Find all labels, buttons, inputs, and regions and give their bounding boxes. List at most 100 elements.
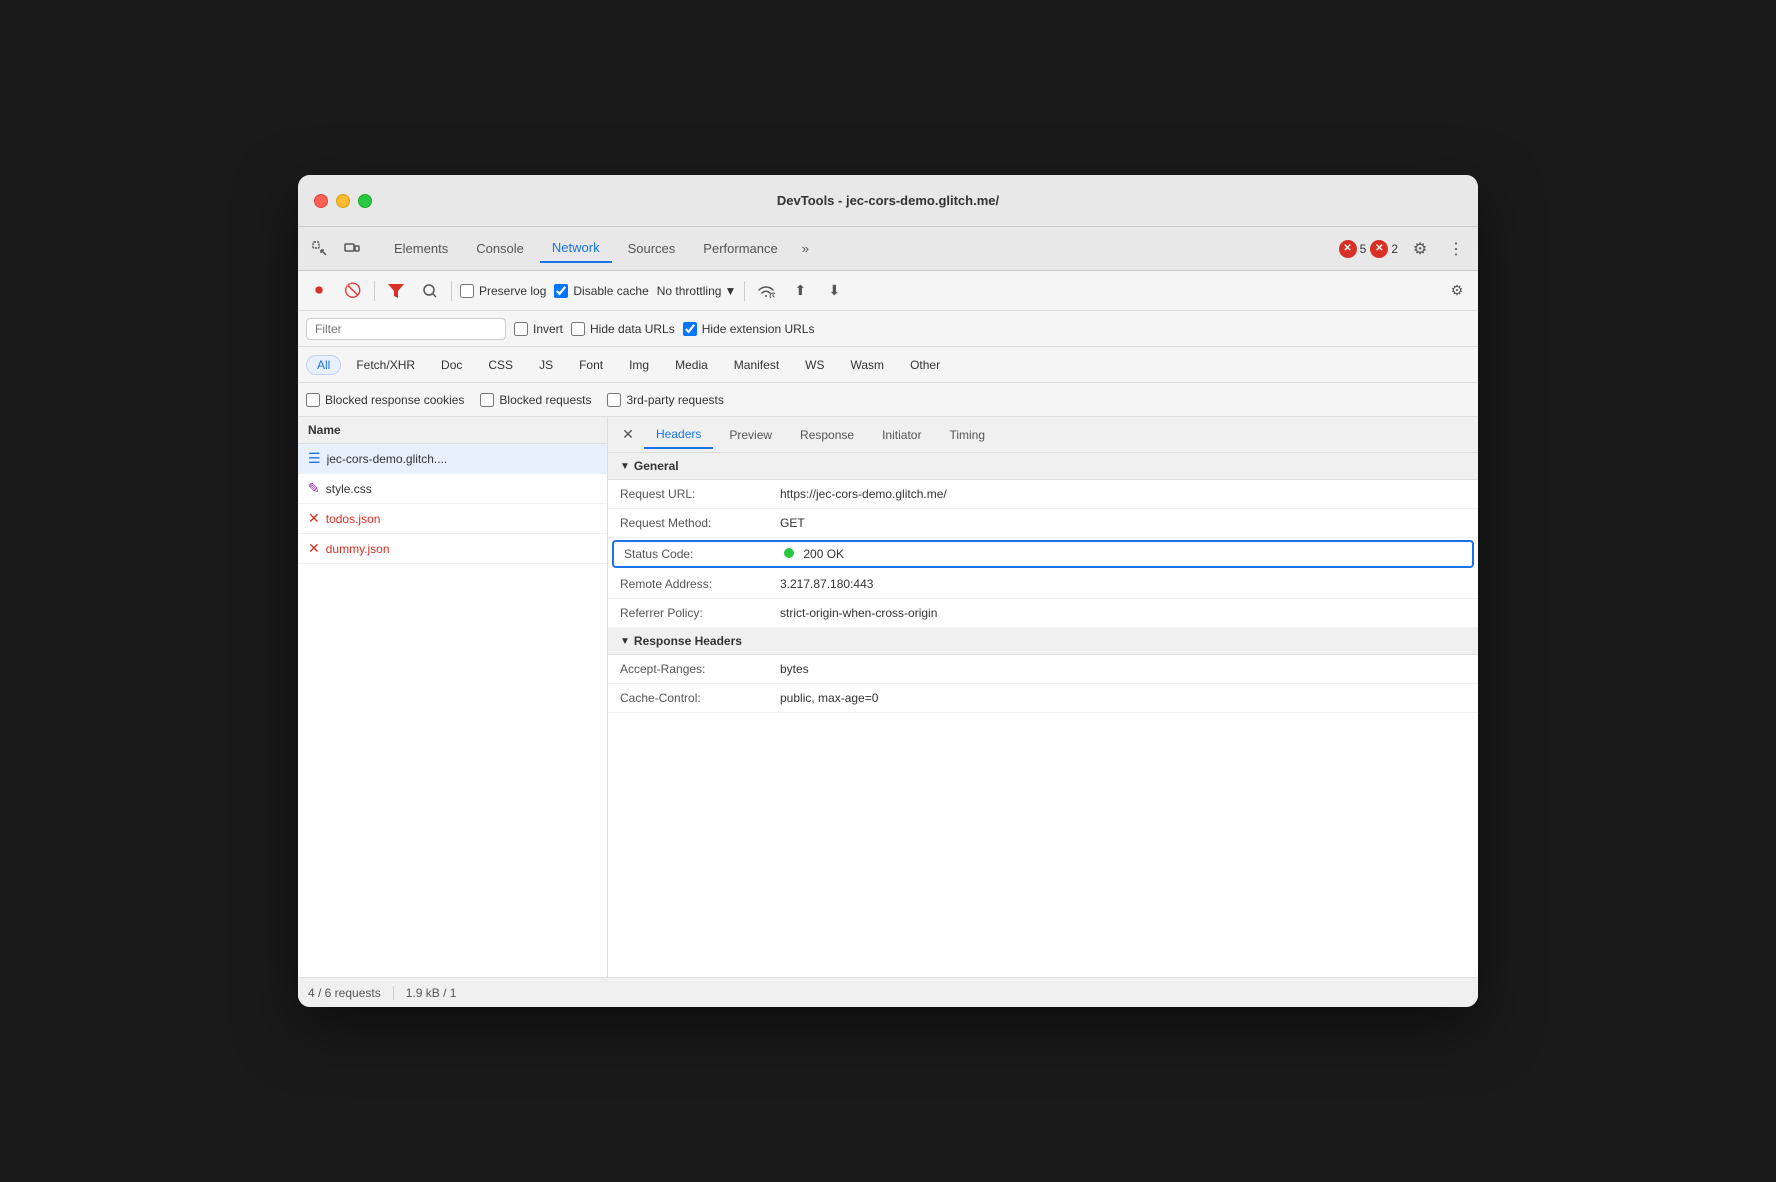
hide-data-urls-checkbox[interactable] bbox=[571, 322, 585, 336]
file-name-4: dummy.json bbox=[326, 542, 390, 556]
toolbar-divider-1 bbox=[374, 281, 375, 301]
disable-cache-label[interactable]: Disable cache bbox=[554, 284, 648, 298]
error-icon-1: ✕ bbox=[1339, 240, 1357, 258]
throttle-select[interactable]: No throttling ▼ bbox=[657, 284, 737, 298]
hide-extension-urls-checkbox[interactable] bbox=[683, 322, 697, 336]
preserve-log-checkbox[interactable] bbox=[460, 284, 474, 298]
more-tabs-button[interactable]: » bbox=[794, 237, 817, 260]
detail-tabs: ✕ Headers Preview Response Initiator Tim… bbox=[608, 417, 1478, 453]
window-title: DevTools - jec-cors-demo.glitch.me/ bbox=[777, 193, 999, 208]
device-toolbar-icon[interactable] bbox=[338, 235, 366, 263]
blocked-cookies-label[interactable]: Blocked response cookies bbox=[306, 393, 464, 407]
hide-extension-urls-label[interactable]: Hide extension URLs bbox=[683, 322, 815, 336]
status-bar: 4 / 6 requests 1.9 kB / 1 bbox=[298, 977, 1478, 1007]
settings-button[interactable]: ⚙ bbox=[1406, 235, 1434, 263]
detail-content: ▼ General Request URL: https://jec-cors-… bbox=[608, 453, 1478, 713]
request-url-row: Request URL: https://jec-cors-demo.glitc… bbox=[608, 480, 1478, 509]
record-button[interactable]: ⏺ bbox=[306, 278, 332, 304]
referrer-policy-value: strict-origin-when-cross-origin bbox=[780, 606, 937, 620]
request-url-value: https://jec-cors-demo.glitch.me/ bbox=[780, 487, 947, 501]
size-info: 1.9 kB / 1 bbox=[406, 986, 457, 1000]
tab-network[interactable]: Network bbox=[540, 234, 612, 263]
type-filter-fetch-xhr[interactable]: Fetch/XHR bbox=[345, 355, 426, 375]
more-options-button[interactable]: ⋮ bbox=[1442, 235, 1470, 263]
main-tabs-bar: Elements Console Network Sources Perform… bbox=[298, 227, 1478, 271]
detail-tab-preview[interactable]: Preview bbox=[717, 422, 784, 448]
type-filter-css[interactable]: CSS bbox=[477, 355, 524, 375]
request-method-value: GET bbox=[780, 516, 805, 530]
wifi-settings-button[interactable] bbox=[753, 278, 779, 304]
detail-tab-response[interactable]: Response bbox=[788, 422, 866, 448]
blocked-requests-label[interactable]: Blocked requests bbox=[480, 393, 591, 407]
maximize-button[interactable] bbox=[358, 194, 372, 208]
accept-ranges-value: bytes bbox=[780, 662, 809, 676]
file-list-header: Name bbox=[298, 417, 607, 444]
file-item-2[interactable]: ✎ style.css bbox=[298, 474, 607, 504]
detail-tab-initiator[interactable]: Initiator bbox=[870, 422, 933, 448]
file-item-3[interactable]: ✕ todos.json bbox=[298, 504, 607, 534]
blocked-cookies-checkbox[interactable] bbox=[306, 393, 320, 407]
blocked-requests-checkbox[interactable] bbox=[480, 393, 494, 407]
third-party-label[interactable]: 3rd-party requests bbox=[607, 393, 723, 407]
type-filter-font[interactable]: Font bbox=[568, 355, 614, 375]
network-settings-button[interactable]: ⚙ bbox=[1444, 278, 1470, 304]
accept-ranges-label: Accept-Ranges: bbox=[620, 662, 780, 676]
file-name-3: todos.json bbox=[326, 512, 381, 526]
status-code-label: Status Code: bbox=[624, 547, 784, 561]
file-item-4[interactable]: ✕ dummy.json bbox=[298, 534, 607, 564]
upload-har-button[interactable]: ⬆ bbox=[787, 278, 813, 304]
requests-count: 4 / 6 requests bbox=[308, 986, 381, 1000]
triangle-icon-2: ▼ bbox=[620, 636, 630, 647]
tab-sources[interactable]: Sources bbox=[616, 235, 688, 262]
tab-performance[interactable]: Performance bbox=[691, 235, 789, 262]
type-filter-other[interactable]: Other bbox=[899, 355, 951, 375]
download-har-button[interactable]: ⬇ bbox=[821, 278, 847, 304]
detail-tab-headers[interactable]: Headers bbox=[644, 421, 713, 449]
type-filter-manifest[interactable]: Manifest bbox=[723, 355, 790, 375]
type-filter-all[interactable]: All bbox=[306, 355, 341, 375]
request-url-label: Request URL: bbox=[620, 487, 780, 501]
status-code-row: Status Code: 200 OK bbox=[612, 540, 1474, 568]
referrer-policy-label: Referrer Policy: bbox=[620, 606, 780, 620]
type-filter-media[interactable]: Media bbox=[664, 355, 719, 375]
error-icon-3: ✕ bbox=[308, 510, 320, 527]
error-count-2: 2 bbox=[1391, 242, 1398, 256]
invert-label[interactable]: Invert bbox=[514, 322, 563, 336]
remote-address-label: Remote Address: bbox=[620, 577, 780, 591]
error-icon-2: ✕ bbox=[1370, 240, 1388, 258]
close-detail-button[interactable]: ✕ bbox=[616, 423, 640, 447]
type-filter-ws[interactable]: WS bbox=[794, 355, 835, 375]
error-badge-2[interactable]: ✕ 2 bbox=[1370, 240, 1398, 258]
referrer-policy-row: Referrer Policy: strict-origin-when-cros… bbox=[608, 599, 1478, 628]
css-icon: ✎ bbox=[308, 480, 320, 497]
type-filter-wasm[interactable]: Wasm bbox=[840, 355, 896, 375]
devtools-window: DevTools - jec-cors-demo.glitch.me/ Elem… bbox=[298, 175, 1478, 1007]
type-filter-doc[interactable]: Doc bbox=[430, 355, 473, 375]
tab-console[interactable]: Console bbox=[464, 235, 536, 262]
file-name-1: jec-cors-demo.glitch.... bbox=[327, 452, 448, 466]
file-item-1[interactable]: ☰ jec-cors-demo.glitch.... bbox=[298, 444, 607, 474]
hide-data-urls-label[interactable]: Hide data URLs bbox=[571, 322, 675, 336]
filter-row: Invert Hide data URLs Hide extension URL… bbox=[298, 311, 1478, 347]
type-filter-img[interactable]: Img bbox=[618, 355, 660, 375]
devtools-icon-buttons bbox=[306, 235, 366, 263]
error-badge-1[interactable]: ✕ 5 bbox=[1339, 240, 1367, 258]
invert-checkbox[interactable] bbox=[514, 322, 528, 336]
minimize-button[interactable] bbox=[336, 194, 350, 208]
select-element-icon[interactable] bbox=[306, 235, 334, 263]
search-button[interactable] bbox=[417, 278, 443, 304]
cache-control-row: Cache-Control: public, max-age=0 bbox=[608, 684, 1478, 713]
clear-button[interactable]: 🚫 bbox=[340, 278, 366, 304]
disable-cache-checkbox[interactable] bbox=[554, 284, 568, 298]
detail-panel: ✕ Headers Preview Response Initiator Tim… bbox=[608, 417, 1478, 977]
close-button[interactable] bbox=[314, 194, 328, 208]
detail-tab-timing[interactable]: Timing bbox=[937, 422, 997, 448]
filter-button[interactable] bbox=[383, 278, 409, 304]
cache-control-label: Cache-Control: bbox=[620, 691, 780, 705]
third-party-checkbox[interactable] bbox=[607, 393, 621, 407]
preserve-log-label[interactable]: Preserve log bbox=[460, 284, 546, 298]
status-divider bbox=[393, 986, 394, 1000]
tab-elements[interactable]: Elements bbox=[382, 235, 460, 262]
type-filter-js[interactable]: JS bbox=[528, 355, 564, 375]
filter-input[interactable] bbox=[306, 318, 506, 340]
